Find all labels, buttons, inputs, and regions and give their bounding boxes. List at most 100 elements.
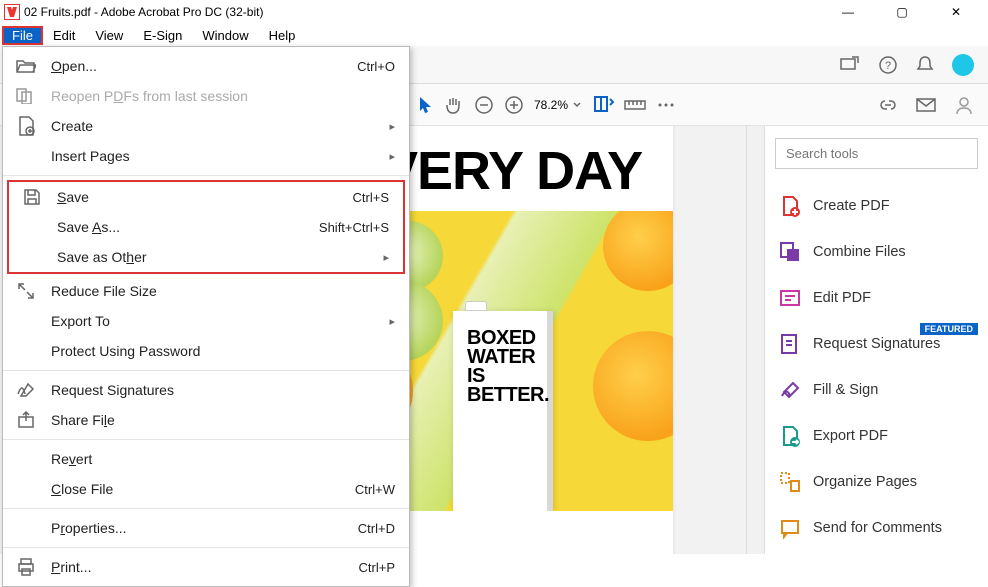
tool-label: Export PDF [813,428,888,444]
menu-window[interactable]: Window [192,26,258,45]
menu-item-label: Save [57,189,89,205]
menu-item-label: Properties... [51,520,127,536]
sidebar: Create PDF Combine Files Edit PDF FEATUR… [764,126,988,554]
ruler-icon[interactable] [624,98,646,112]
separator [3,439,409,440]
request-signatures-icon [779,333,801,355]
menu-item-label: Protect Using Password [51,343,200,359]
menu-properties[interactable]: Properties... Ctrl+D [3,513,409,543]
tool-combine-files[interactable]: Combine Files [775,229,978,275]
tool-label: Fill & Sign [813,382,878,398]
separator [3,175,409,176]
zoom-in-icon[interactable] [504,95,524,115]
menu-edit[interactable]: Edit [43,26,85,45]
menu-item-label: Save As... [57,219,120,235]
tool-label: Send for Comments [813,520,942,536]
folder-open-icon [15,57,37,75]
menu-revert[interactable]: Revert [3,444,409,474]
tool-label: Combine Files [813,244,906,260]
tool-edit-pdf[interactable]: Edit PDF [775,275,978,321]
menu-item-label: Reopen PDFs from last session [51,88,248,104]
tool-export-pdf[interactable]: Export PDF [775,413,978,459]
search-input[interactable] [775,138,978,169]
maximize-button[interactable]: ▢ [884,5,920,19]
link-icon[interactable] [878,97,898,113]
reduce-icon [15,282,37,300]
fit-width-icon[interactable] [592,95,614,115]
menu-share-file[interactable]: Share File [3,405,409,435]
menu-save-as-other[interactable]: Save as Other ▸ [9,242,403,272]
menu-open[interactable]: Open... Ctrl+O [3,51,409,81]
menu-print[interactable]: Print... Ctrl+P [3,552,409,582]
carton: BOXEDWATERISBETTER. [453,311,553,511]
menu-insert-pages[interactable]: Insert Pages ▸ [3,141,409,171]
create-icon [15,117,37,135]
menu-item-label: Reduce File Size [51,283,157,299]
close-button[interactable]: ✕ [938,5,974,19]
export-pdf-icon [779,425,801,447]
menu-create[interactable]: Create ▸ [3,111,409,141]
shortcut: Ctrl+W [355,482,395,497]
tool-send-comments[interactable]: Send for Comments [775,505,978,551]
menu-close-file[interactable]: Close File Ctrl+W [3,474,409,504]
shortcut: Shift+Ctrl+S [319,220,389,235]
featured-badge: FEATURED [920,323,978,335]
menu-item-label: Save as Other [57,249,147,265]
menu-reduce-file[interactable]: Reduce File Size [3,276,409,306]
share-icon [15,411,37,429]
menu-save[interactable]: Save Ctrl+S [9,182,403,212]
create-pdf-icon [779,195,801,217]
scrollbar[interactable] [746,126,764,554]
menu-save-as[interactable]: Save As... Shift+Ctrl+S [9,212,403,242]
tool-label: Request Signatures [813,336,940,352]
menu-request-signatures[interactable]: Request Signatures [3,375,409,405]
tool-create-pdf[interactable]: Create PDF [775,183,978,229]
organize-pages-icon [779,471,801,493]
menu-file[interactable]: File [2,26,43,45]
mail-icon[interactable] [916,97,936,113]
window-title: 02 Fruits.pdf - Adobe Acrobat Pro DC (32… [24,5,263,19]
menu-item-label: Share File [51,412,115,428]
chevron-right-icon: ▸ [383,251,389,264]
tool-organize-pages[interactable]: Organize Pages [775,459,978,505]
zoom-level[interactable]: 78.2% [534,98,582,112]
minimize-button[interactable]: — [830,5,866,19]
menu-item-label: Revert [51,451,92,467]
help-icon[interactable]: ? [878,55,898,75]
menu-help[interactable]: Help [259,26,306,45]
tool-request-signatures[interactable]: FEATURED Request Signatures [775,321,978,367]
app-icon [4,4,20,20]
hand-icon[interactable] [444,95,464,115]
more-icon[interactable] [656,101,676,109]
chevron-right-icon: ▸ [389,120,395,133]
menu-item-label: Print... [51,559,91,575]
tool-label: Create PDF [813,198,890,214]
tool-fill-sign[interactable]: Fill & Sign [775,367,978,413]
zoom-value: 78.2% [534,98,568,112]
save-group-highlight: Save Ctrl+S Save As... Shift+Ctrl+S Save… [7,180,405,274]
send-comments-icon [779,517,801,539]
user-icon[interactable] [954,95,974,115]
file-dropdown: Open... Ctrl+O Reopen PDFs from last ses… [2,46,410,587]
menu-view[interactable]: View [85,26,133,45]
menu-export-to[interactable]: Export To ▸ [3,306,409,336]
pointer-icon[interactable] [418,96,434,114]
print-icon [15,558,37,576]
bell-icon[interactable] [916,55,934,75]
menu-protect[interactable]: Protect Using Password [3,336,409,366]
signature-icon [15,381,37,399]
edit-pdf-icon [779,287,801,309]
menu-item-label: Export To [51,313,110,329]
separator [3,370,409,371]
share-screen-icon[interactable] [840,56,860,74]
shortcut: Ctrl+P [359,560,395,575]
menu-esign[interactable]: E-Sign [133,26,192,45]
menu-item-label: Open... [51,58,97,74]
combine-files-icon [779,241,801,263]
window-controls: — ▢ ✕ [830,5,984,19]
zoom-out-icon[interactable] [474,95,494,115]
menu-item-label: Create [51,118,93,134]
menu-item-label: Close File [51,481,113,497]
avatar[interactable] [952,54,974,76]
separator [3,508,409,509]
